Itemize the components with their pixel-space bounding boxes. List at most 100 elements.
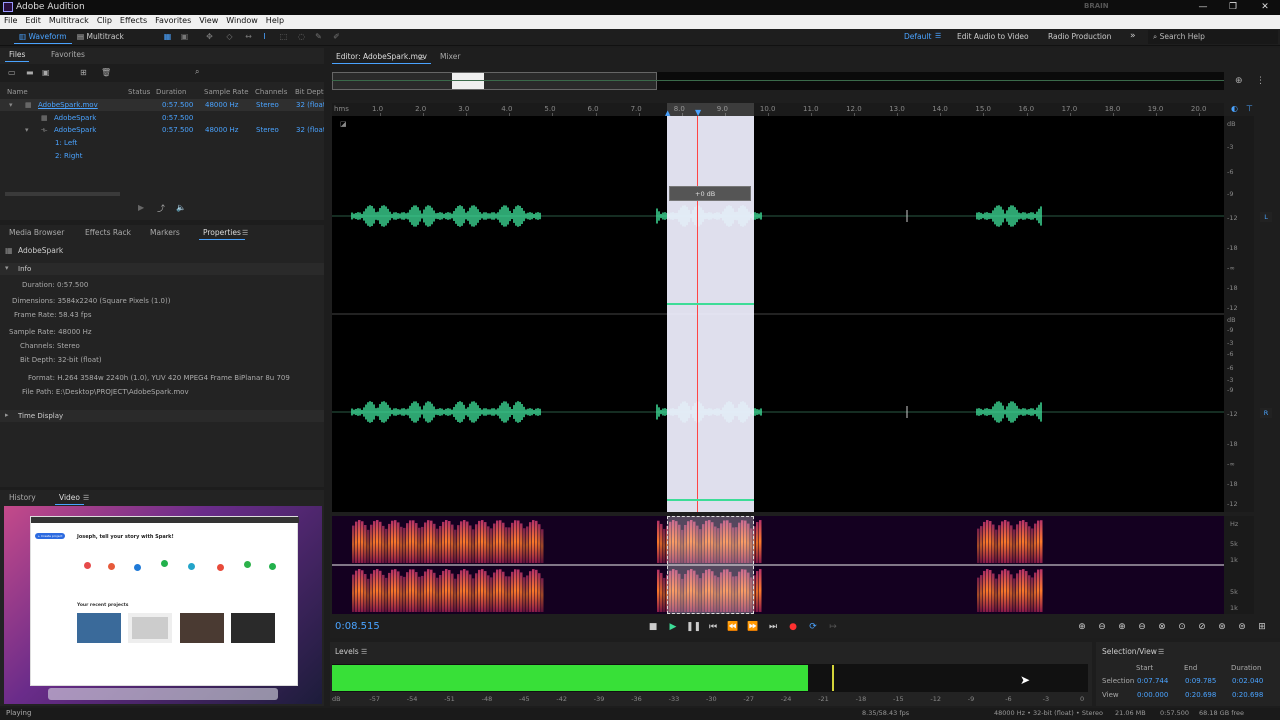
- time-ruler[interactable]: hms 1.0 2.0 3.0 4.0 5.0 6.0 7.0 8.0 9.0 10.0 11.0 1…: [332, 103, 1224, 117]
- view-duration[interactable]: 0:20.698: [1232, 691, 1263, 699]
- autoplay-icon[interactable]: ⤴: [157, 203, 165, 214]
- zoom-in-time-icon[interactable]: ⊕: [1115, 620, 1129, 634]
- panel-menu-icon[interactable]: ☰: [242, 229, 248, 237]
- col-name[interactable]: Name: [7, 88, 28, 96]
- file-name[interactable]: AdobeSpark.mov: [38, 99, 98, 111]
- pause-button[interactable]: ❚❚: [686, 620, 701, 634]
- spot-healing-icon[interactable]: ✐: [331, 31, 342, 42]
- tab-history[interactable]: History: [5, 491, 40, 505]
- fast-forward-button[interactable]: ⏩: [746, 620, 760, 634]
- lasso-tool-icon[interactable]: ◌: [296, 31, 307, 42]
- maximize-button[interactable]: ❐: [1218, 0, 1248, 15]
- file-row[interactable]: ▾ ⟛ AdobeSpark 0:57.500 48000 Hz Stereo …: [0, 124, 324, 136]
- razor-tool-icon[interactable]: ◇: [224, 31, 235, 42]
- panel-menu-icon[interactable]: ☰: [1158, 648, 1164, 656]
- spectral-display[interactable]: [332, 516, 1224, 614]
- zoom-selection-icon[interactable]: ⊛: [1215, 620, 1229, 634]
- collapse-icon[interactable]: ▾: [9, 99, 13, 111]
- expand-icon[interactable]: ▾: [5, 264, 9, 272]
- time-display-section-header[interactable]: ▸ Time Display: [0, 410, 324, 422]
- view-start[interactable]: 0:00.000: [1137, 691, 1168, 699]
- record-button[interactable]: ●: [786, 620, 800, 634]
- workspace-edit-audio-to-video[interactable]: Edit Audio to Video: [957, 32, 1029, 41]
- move-tool-icon[interactable]: ✥: [204, 31, 215, 42]
- tab-mixer[interactable]: Mixer: [436, 50, 464, 64]
- menu-edit[interactable]: Edit: [21, 15, 45, 25]
- view-end[interactable]: 0:20.698: [1185, 691, 1216, 699]
- tab-editor[interactable]: Editor: AdobeSpark.mov: [332, 50, 431, 64]
- spectral-display-icon[interactable]: ▦: [162, 31, 173, 42]
- overview-view-range[interactable]: [332, 72, 657, 90]
- selection-region[interactable]: [667, 116, 754, 512]
- col-status[interactable]: Status: [128, 88, 150, 96]
- minimize-button[interactable]: —: [1188, 0, 1218, 15]
- overview-options-icon[interactable]: ⋮: [1256, 76, 1265, 86]
- tab-files[interactable]: Files: [5, 48, 30, 62]
- skip-button[interactable]: ↦: [826, 620, 840, 634]
- file-row[interactable]: ▦ AdobeSpark 0:57.500: [0, 112, 324, 124]
- panel-menu-icon[interactable]: ☰: [361, 648, 367, 656]
- channel-left-item[interactable]: 1: Left: [55, 137, 77, 149]
- slip-tool-icon[interactable]: ↔: [243, 31, 254, 42]
- panel-menu-icon[interactable]: ☰: [83, 494, 89, 502]
- menu-clip[interactable]: Clip: [93, 15, 116, 25]
- workspace-default[interactable]: Default: [904, 32, 931, 41]
- workspace-menu-icon[interactable]: ☰: [935, 32, 941, 40]
- menu-effects[interactable]: Effects: [116, 15, 151, 25]
- time-selection-tool-icon[interactable]: I: [259, 31, 270, 42]
- selection-duration[interactable]: 0:02.040: [1232, 677, 1263, 685]
- expand-icon[interactable]: ▸: [5, 411, 9, 419]
- menu-help[interactable]: Help: [262, 15, 288, 25]
- selection-end[interactable]: 0:09.785: [1185, 677, 1216, 685]
- collapse-icon[interactable]: ▾: [25, 124, 29, 136]
- overview-bar[interactable]: [332, 72, 1224, 90]
- col-duration[interactable]: Duration: [156, 88, 186, 96]
- menu-favorites[interactable]: Favorites: [151, 15, 195, 25]
- hud-volume[interactable]: +0 dB: [669, 186, 751, 201]
- rewind-button[interactable]: ⏪: [726, 620, 740, 634]
- zoom-reset-icon[interactable]: ⊜: [1235, 620, 1249, 634]
- file-name[interactable]: AdobeSpark: [54, 124, 96, 136]
- go-to-start-button[interactable]: ⏮: [706, 620, 720, 634]
- selection-start[interactable]: 0:07.744: [1137, 677, 1168, 685]
- marker-filter-icon[interactable]: ⊤: [1246, 104, 1253, 113]
- brush-tool-icon[interactable]: ✎: [313, 31, 324, 42]
- zoom-in-out-icon[interactable]: ⊘: [1195, 620, 1209, 634]
- more-workspaces-icon[interactable]: »: [1130, 31, 1136, 41]
- close-button[interactable]: ✕: [1250, 0, 1280, 15]
- menu-file[interactable]: File: [0, 15, 21, 25]
- file-name[interactable]: AdobeSpark: [54, 112, 96, 124]
- new-file-icon[interactable]: ▣: [42, 68, 50, 77]
- import-file-icon[interactable]: ▬: [26, 68, 34, 77]
- channel-right-toggle[interactable]: R: [1260, 408, 1272, 418]
- zoom-out-full-icon[interactable]: ⊗: [1155, 620, 1169, 634]
- volume-icon[interactable]: 🔈: [176, 203, 186, 212]
- open-file-icon[interactable]: ▭: [8, 68, 16, 77]
- waveform-display[interactable]: +0 dB ◪: [332, 116, 1224, 512]
- loop-button[interactable]: ⟳: [806, 620, 820, 634]
- zoom-fit-icon[interactable]: ⊞: [1255, 620, 1269, 634]
- file-row[interactable]: ▾ ▦ AdobeSpark.mov 0:57.500 48000 Hz Ste…: [0, 99, 324, 111]
- current-time-display[interactable]: 0:08.515: [335, 621, 380, 632]
- menu-multitrack[interactable]: Multitrack: [45, 15, 93, 25]
- play-button[interactable]: ▶: [666, 620, 680, 634]
- display-mode-icon[interactable]: ◪: [340, 120, 347, 128]
- tab-favorites[interactable]: Favorites: [47, 48, 89, 62]
- menu-view[interactable]: View: [195, 15, 222, 25]
- workspace-radio-production[interactable]: Radio Production: [1048, 32, 1111, 41]
- zoom-out-time-icon[interactable]: ⊖: [1135, 620, 1149, 634]
- col-bit-depth[interactable]: Bit Depth: [295, 88, 324, 96]
- waveform-mode-button[interactable]: ▥ Waveform: [14, 30, 72, 44]
- zoom-in-amplitude-icon[interactable]: ⊕: [1075, 620, 1089, 634]
- tab-properties[interactable]: Properties: [199, 226, 245, 240]
- playhead[interactable]: [697, 116, 698, 512]
- tab-media-browser[interactable]: Media Browser: [5, 226, 68, 240]
- files-scrollbar[interactable]: [5, 192, 120, 196]
- channel-right-item[interactable]: 2: Right: [55, 150, 82, 162]
- tab-markers[interactable]: Markers: [146, 226, 184, 240]
- go-to-end-button[interactable]: ⏭: [766, 620, 780, 634]
- panel-menu-icon[interactable]: ☰: [418, 54, 424, 62]
- zoom-in-point-icon[interactable]: ⊙: [1175, 620, 1189, 634]
- zoom-overview-icon[interactable]: ⊕: [1235, 76, 1243, 86]
- marquee-tool-icon[interactable]: ⬚: [278, 31, 289, 42]
